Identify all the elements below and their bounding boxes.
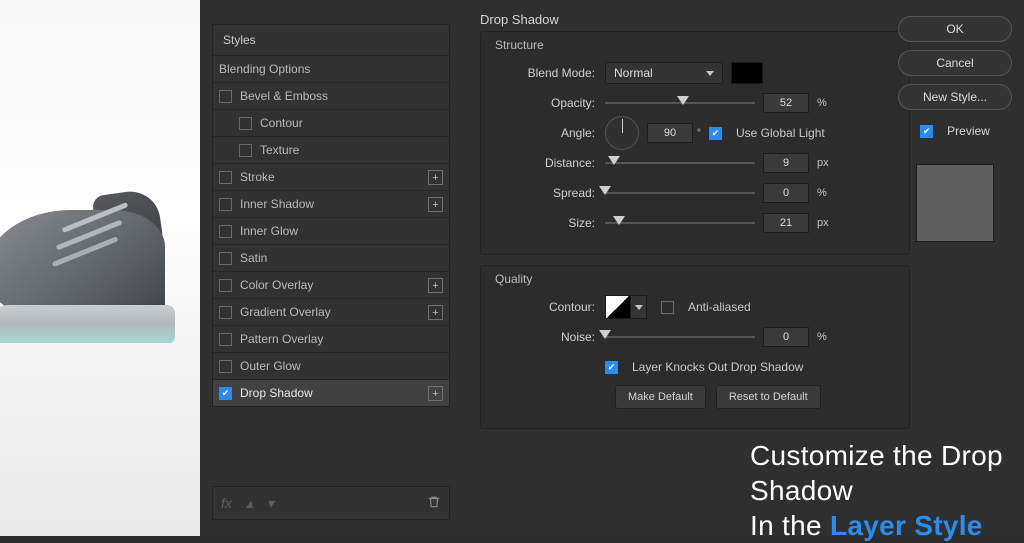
add-inner-shadow-icon[interactable]: + bbox=[428, 197, 443, 212]
arrow-down-icon[interactable]: ▾ bbox=[267, 495, 274, 512]
fx-icon[interactable]: fx bbox=[221, 495, 232, 511]
spread-label: Spread: bbox=[495, 186, 595, 200]
size-label: Size: bbox=[495, 216, 595, 230]
anti-aliased-label: Anti-aliased bbox=[688, 300, 751, 314]
distance-input[interactable]: 9 bbox=[763, 153, 809, 173]
use-global-light-label: Use Global Light bbox=[736, 126, 825, 140]
style-stroke[interactable]: Stroke+ bbox=[213, 163, 449, 190]
noise-slider[interactable] bbox=[605, 326, 755, 348]
contour-dropdown-icon[interactable] bbox=[631, 295, 647, 319]
trash-icon[interactable] bbox=[427, 495, 441, 512]
ok-button[interactable]: OK bbox=[898, 16, 1012, 42]
structure-legend: Structure bbox=[495, 38, 895, 52]
style-bevel-emboss[interactable]: Bevel & Emboss bbox=[213, 82, 449, 109]
style-texture[interactable]: Texture bbox=[213, 136, 449, 163]
size-slider[interactable] bbox=[605, 212, 755, 234]
contour-label: Contour: bbox=[495, 300, 595, 314]
contour-thumbnail[interactable] bbox=[605, 295, 631, 319]
params-panel: Drop Shadow Structure Blend Mode: Normal… bbox=[480, 12, 910, 439]
style-drop-shadow[interactable]: Drop Shadow+ bbox=[213, 379, 449, 406]
styles-list-panel: Styles Blending Options Bevel & Emboss C… bbox=[212, 24, 450, 407]
quality-group: Quality Contour: Anti-aliased Noise: 0 %… bbox=[480, 265, 910, 429]
style-color-overlay[interactable]: Color Overlay+ bbox=[213, 271, 449, 298]
knockout-checkbox[interactable] bbox=[605, 361, 618, 374]
style-gradient-overlay[interactable]: Gradient Overlay+ bbox=[213, 298, 449, 325]
canvas-area bbox=[0, 0, 200, 536]
spread-input[interactable]: 0 bbox=[763, 183, 809, 203]
make-default-button[interactable]: Make Default bbox=[615, 385, 706, 409]
preview-checkbox[interactable] bbox=[920, 125, 933, 138]
add-drop-shadow-icon[interactable]: + bbox=[428, 386, 443, 401]
knockout-label: Layer Knocks Out Drop Shadow bbox=[632, 360, 803, 374]
structure-group: Structure Blend Mode: Normal Opacity: 52… bbox=[480, 31, 910, 255]
arrow-up-icon[interactable]: ▴ bbox=[246, 495, 253, 512]
preview-thumbnail bbox=[916, 164, 994, 242]
size-input[interactable]: 21 bbox=[763, 213, 809, 233]
style-contour[interactable]: Contour bbox=[213, 109, 449, 136]
style-satin[interactable]: Satin bbox=[213, 244, 449, 271]
use-global-light-checkbox[interactable] bbox=[709, 127, 722, 140]
angle-label: Angle: bbox=[495, 126, 595, 140]
style-blending-options[interactable]: Blending Options bbox=[213, 55, 449, 82]
style-inner-shadow[interactable]: Inner Shadow+ bbox=[213, 190, 449, 217]
layer-style-dialog: Styles Blending Options Bevel & Emboss C… bbox=[200, 0, 1024, 536]
angle-input[interactable]: 90 bbox=[647, 123, 693, 143]
add-stroke-icon[interactable]: + bbox=[428, 170, 443, 185]
new-style-button[interactable]: New Style... bbox=[898, 84, 1012, 110]
cancel-button[interactable]: Cancel bbox=[898, 50, 1012, 76]
style-inner-glow[interactable]: Inner Glow bbox=[213, 217, 449, 244]
opacity-slider[interactable] bbox=[605, 92, 755, 114]
opacity-input[interactable]: 52 bbox=[763, 93, 809, 113]
blend-mode-dropdown[interactable]: Normal bbox=[605, 62, 723, 84]
shadow-color-swatch[interactable] bbox=[731, 62, 763, 84]
reset-default-button[interactable]: Reset to Default bbox=[716, 385, 821, 409]
noise-input[interactable]: 0 bbox=[763, 327, 809, 347]
add-color-overlay-icon[interactable]: + bbox=[428, 278, 443, 293]
preview-label: Preview bbox=[947, 124, 990, 138]
shoe-image bbox=[0, 180, 190, 380]
noise-label: Noise: bbox=[495, 330, 595, 344]
anti-aliased-checkbox[interactable] bbox=[661, 301, 674, 314]
annotation-caption: Customize the Drop Shadow In the Layer S… bbox=[750, 438, 1024, 543]
spread-slider[interactable] bbox=[605, 182, 755, 204]
styles-header: Styles bbox=[213, 25, 449, 55]
dialog-buttons: OK Cancel New Style... Preview bbox=[898, 16, 1012, 242]
distance-label: Distance: bbox=[495, 156, 595, 170]
opacity-label: Opacity: bbox=[495, 96, 595, 110]
quality-legend: Quality bbox=[495, 272, 895, 286]
panel-title: Drop Shadow bbox=[480, 12, 910, 27]
angle-dial[interactable] bbox=[605, 116, 639, 150]
style-outer-glow[interactable]: Outer Glow bbox=[213, 352, 449, 379]
blend-mode-label: Blend Mode: bbox=[495, 66, 595, 80]
style-pattern-overlay[interactable]: Pattern Overlay bbox=[213, 325, 449, 352]
styles-footer: fx ▴ ▾ bbox=[212, 486, 450, 520]
add-gradient-overlay-icon[interactable]: + bbox=[428, 305, 443, 320]
distance-slider[interactable] bbox=[605, 152, 755, 174]
